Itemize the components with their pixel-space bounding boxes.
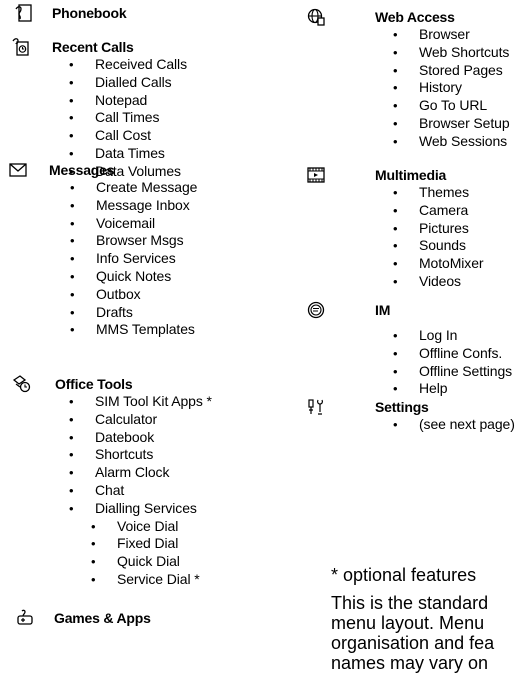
menu-item: Help (393, 380, 512, 398)
menu-item: Quick Notes (70, 268, 197, 286)
menu-list: ThemesCameraPicturesSoundsMotoMixerVideo… (393, 184, 484, 291)
submenu-item: Quick Dial (91, 553, 212, 571)
menu-item: Notepad (69, 92, 187, 110)
menu-item: Message Inbox (70, 197, 197, 215)
section-header: Settings (304, 398, 515, 416)
section-header: Messages (0, 161, 197, 179)
menu-item: History (393, 79, 510, 97)
im-icon (307, 301, 325, 319)
footnote: * optional features (331, 565, 477, 585)
note-line-1: This is the standard (331, 593, 489, 613)
menu-item: Offline Confs. (393, 345, 512, 363)
section-title: Messages (49, 162, 115, 178)
menu-item: Sounds (393, 237, 483, 255)
menu-item: Log In (393, 327, 512, 345)
menu-item: Pictures (393, 220, 483, 238)
menu-item: Shortcuts (69, 446, 212, 464)
menu-item: Stored Pages (393, 62, 510, 80)
menu-item: Browser Setup (393, 115, 509, 133)
section-header: Multimedia (304, 166, 483, 184)
menu-item: MMS Templates (70, 321, 197, 339)
menu-item: Alarm Clock (69, 464, 212, 482)
menu-list: Log InOffline Confs.Offline SettingsHelp (393, 327, 512, 398)
menu-list: SIM Tool Kit Apps *CalculatorDatebookSho… (69, 393, 212, 518)
submenu-list: Voice DialFixed DialQuick DialService Di… (91, 518, 212, 589)
section-title: Recent Calls (52, 39, 134, 55)
phonebook-icon (15, 4, 33, 22)
recent-calls-icon (12, 38, 30, 56)
menu-item: Chat (69, 482, 212, 500)
section-header: Recent Calls (0, 38, 187, 56)
menu-item: Dialling Services (69, 500, 212, 518)
section-recent-calls: Recent CallsReceived CallsDialled CallsN… (0, 38, 187, 181)
note-line-3: organisation and fea (331, 633, 495, 653)
section-header: IM (304, 301, 512, 319)
menu-item: Go To URL (393, 97, 510, 115)
menu-item: Datebook (69, 429, 212, 447)
menu-item: Browser Msgs (70, 232, 197, 250)
menu-item: Call Cost (69, 127, 187, 145)
section-title: Games & Apps (54, 610, 151, 626)
section-office-tools: Office ToolsSIM Tool Kit Apps *Calculato… (0, 375, 212, 589)
section-multimedia: MultimediaThemesCameraPicturesSoundsMoto… (304, 166, 484, 291)
menu-item: Browser (393, 26, 510, 44)
menu-item: SIM Tool Kit Apps * (69, 393, 212, 411)
menu-list: Create MessageMessage InboxVoicemailBrow… (70, 179, 198, 339)
menu-item: Info Services (70, 250, 197, 268)
section-title: Multimedia (375, 167, 447, 183)
section-header: Web Access (304, 8, 510, 26)
section-settings: Settings(see next page) (304, 398, 515, 434)
film-icon (307, 166, 325, 184)
office-tools-icon (13, 375, 31, 393)
menu-item: Outbox (70, 286, 197, 304)
games-apps-icon (16, 609, 34, 627)
section-title: Web Access (375, 9, 455, 25)
menu-item: Web Shortcuts (393, 44, 510, 62)
submenu-item: Fixed Dial (91, 535, 212, 553)
section-web-access: Web AccessBrowserWeb ShortcutsStored Pag… (304, 8, 510, 151)
menu-item: Themes (393, 184, 483, 202)
menu-item: Create Message (70, 179, 198, 197)
menu-item: Videos (393, 273, 483, 291)
note-line-4: names may vary on (331, 653, 489, 673)
section-title: IM (375, 302, 391, 318)
submenu-item: Voice Dial (91, 518, 212, 536)
menu-item: Call Times (69, 109, 187, 127)
menu-item: Drafts (70, 304, 197, 322)
section-title: Office Tools (55, 376, 133, 392)
menu-item: Offline Settings (393, 363, 512, 381)
section-messages: MessagesCreate MessageMessage InboxVoice… (0, 161, 197, 339)
globe-icon (307, 8, 325, 26)
menu-list: (see next page) (393, 416, 515, 434)
menu-list: BrowserWeb ShortcutsStored PagesHistoryG… (393, 26, 510, 151)
section-header: Office Tools (0, 375, 212, 393)
section-title: Settings (375, 399, 429, 415)
menu-item: Web Sessions (393, 133, 510, 151)
menu-item: Camera (393, 202, 483, 220)
settings-icon (307, 398, 325, 416)
menu-item: Voicemail (70, 215, 197, 233)
menu-item: Calculator (69, 411, 212, 429)
section-title: Phonebook (52, 5, 127, 21)
menu-item: (see next page) (393, 416, 515, 434)
section-im: IMLog InOffline Confs.Offline SettingsHe… (304, 301, 512, 398)
submenu-item: Service Dial * (91, 571, 212, 589)
menu-item: Received Calls (69, 56, 187, 74)
envelope-icon (9, 161, 27, 179)
menu-item: Dialled Calls (69, 74, 187, 92)
menu-item: MotoMixer (393, 255, 484, 273)
